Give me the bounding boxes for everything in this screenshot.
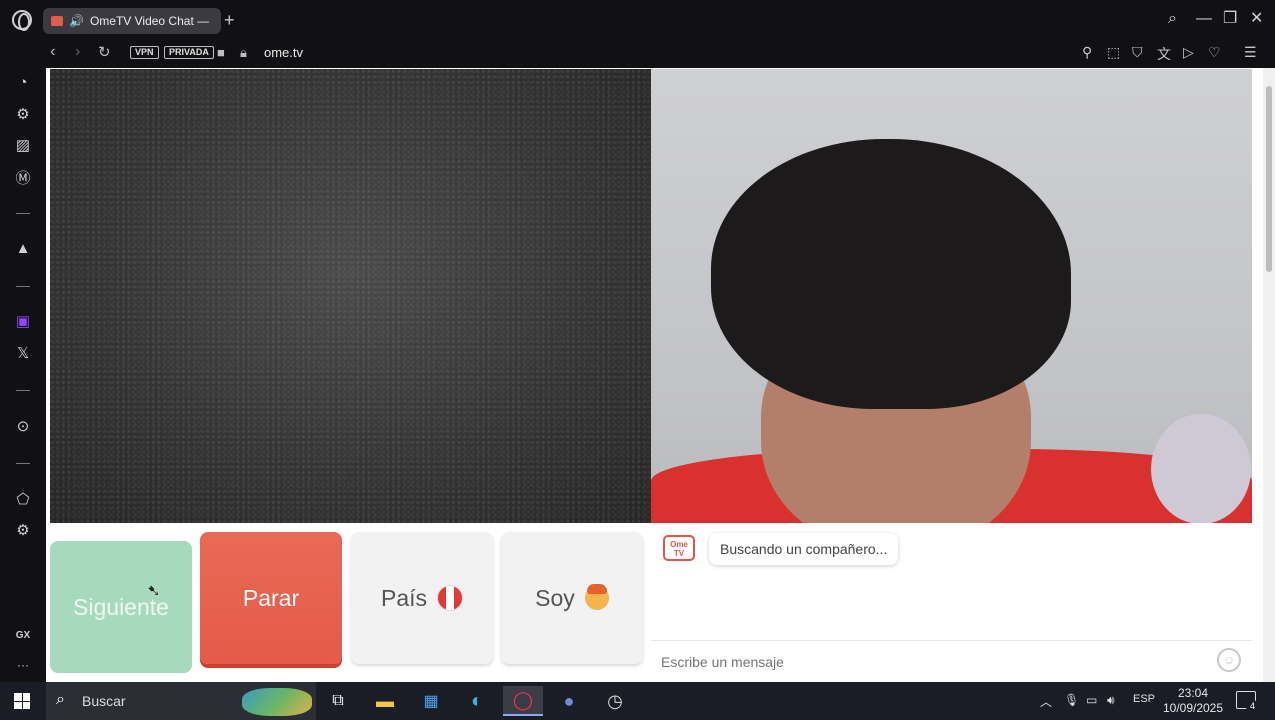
- heart-icon[interactable]: ♡: [1208, 44, 1221, 61]
- scrollbar-thumb[interactable]: [1266, 86, 1272, 272]
- x-twitter-icon[interactable]: 𝕏: [14, 344, 32, 362]
- vpn-badge[interactable]: VPN: [130, 46, 159, 59]
- reload-button[interactable]: ↻: [98, 43, 111, 61]
- search-icon: ⌕: [56, 691, 65, 708]
- sidebar-divider: [16, 213, 30, 214]
- discord-icon[interactable]: ●: [549, 686, 589, 716]
- close-button[interactable]: ✕: [1250, 10, 1263, 28]
- browser-tab-bar: 🔊 OmeTV Video Chat — + ⌕ — ❐ ✕: [0, 0, 1275, 40]
- gx-label[interactable]: GX: [14, 630, 32, 641]
- language-indicator[interactable]: ESP: [1133, 693, 1155, 705]
- restore-button[interactable]: ❐: [1223, 10, 1237, 28]
- gender-button-label: Soy: [535, 584, 575, 611]
- ometv-favicon-icon: [51, 16, 63, 26]
- ometv-page: Siguiente ➷ Parar País Soy Ome TV Buscan…: [46, 68, 1275, 682]
- country-button[interactable]: País: [351, 532, 493, 664]
- address-bar: ‹ › ↻ VPN PRIVADA ■ 🔒︎ ome.tv ⚲ ⬚ ⛉ 文 ▷ …: [0, 40, 1275, 68]
- settings-icon[interactable]: ⚙: [14, 521, 32, 539]
- taskbar-search-label: Buscar: [82, 693, 126, 709]
- microsoft-store-icon[interactable]: ▦: [411, 686, 451, 716]
- video-hair: [711, 139, 1071, 409]
- play-icon[interactable]: ▷: [1183, 44, 1194, 61]
- video-plush-toy: [1151, 414, 1251, 523]
- tray-overflow-icon[interactable]: ︿: [1040, 693, 1052, 710]
- pin-icon[interactable]: ⚲: [1082, 44, 1092, 61]
- easy-setup-icon[interactable]: ☰: [1244, 44, 1257, 61]
- gx-mods-icon[interactable]: Ⓜ: [14, 167, 32, 188]
- self-camera-video: [651, 69, 1252, 523]
- clock-time: 23:04: [1177, 686, 1209, 700]
- minimize-button[interactable]: —: [1196, 10, 1212, 28]
- emoji-icon[interactable]: ☺: [1217, 648, 1241, 672]
- page-scrollbar[interactable]: [1263, 68, 1275, 682]
- chat-status-message: Buscando un compañero...: [709, 533, 899, 565]
- taskbar-search[interactable]: ⌕ Buscar: [46, 682, 316, 720]
- player-icon[interactable]: ⊙: [14, 417, 32, 435]
- network-icon[interactable]: ▭: [1086, 693, 1097, 707]
- tab-title: OmeTV Video Chat —: [89, 14, 210, 28]
- sidebar-divider: [16, 463, 30, 464]
- screen: 🔊 OmeTV Video Chat — + ⌕ — ❐ ✕ ‹ › ↻ VPN…: [0, 0, 1275, 720]
- message-row: ☺: [651, 640, 1252, 682]
- task-view-icon[interactable]: ⧉: [318, 686, 358, 716]
- clock-date: 10/09/2025: [1162, 701, 1224, 715]
- mouse-cursor-icon: ➷: [147, 583, 161, 600]
- private-badge: PRIVADA: [164, 46, 214, 59]
- partner-video-placeholder: [50, 69, 651, 523]
- translate-icon[interactable]: 文: [1157, 44, 1171, 64]
- browser-sidebar: ◔ ⚙ ▨ Ⓜ ▲ ▣ 𝕏 ⊙ ⬠ ⚙ GX ···: [0, 68, 46, 682]
- stop-button-label: Parar: [242, 584, 300, 611]
- limiter-icon[interactable]: ▨: [14, 136, 32, 154]
- file-explorer-icon[interactable]: ▬: [365, 686, 405, 716]
- boy-avatar-icon: [584, 584, 609, 610]
- notification-count-badge: 4: [1246, 700, 1259, 713]
- tab-ometv[interactable]: 🔊 OmeTV Video Chat —: [43, 8, 221, 34]
- microphone-icon[interactable]: 🎙︎: [1064, 693, 1079, 707]
- next-button[interactable]: Siguiente: [50, 541, 192, 673]
- windows-taskbar: ⌕ Buscar ⧉ ▬ ▦ ◐ ◯ ● ◷ ︿ 🎙︎ ▭ 🔊︎ ESP 23:…: [0, 682, 1275, 720]
- search-highlight-art: [242, 688, 312, 716]
- volume-icon[interactable]: 🔊︎: [1107, 693, 1115, 708]
- sidebar-divider: [16, 390, 30, 391]
- message-input[interactable]: [661, 651, 1201, 673]
- chat-panel: Ome TV Buscando un compañero... ☺: [651, 523, 1252, 682]
- more-icon[interactable]: ···: [14, 658, 32, 672]
- snapshot-icon[interactable]: ⬚: [1107, 44, 1120, 61]
- controls-panel: Siguiente ➷ Parar País Soy: [46, 523, 651, 682]
- extensions-icon[interactable]: ⬠: [14, 490, 32, 508]
- speed-dial-icon[interactable]: ◔: [14, 74, 32, 91]
- camera-icon[interactable]: ■: [217, 45, 225, 60]
- lock-icon[interactable]: 🔒︎: [240, 45, 247, 61]
- stop-button[interactable]: Parar: [200, 532, 342, 664]
- ometv-logo-icon: Ome TV: [663, 535, 695, 561]
- game-icon[interactable]: ⚙: [14, 105, 32, 123]
- peru-flag-icon: [437, 585, 464, 611]
- back-button[interactable]: ‹: [50, 43, 55, 61]
- system-clock[interactable]: 23:04 10/09/2025: [1160, 686, 1226, 716]
- sidebar-divider: [16, 286, 30, 287]
- country-button-label: País: [380, 584, 428, 611]
- new-tab-button[interactable]: +: [224, 11, 235, 29]
- windows-start-icon[interactable]: [14, 693, 30, 709]
- edge-icon[interactable]: ◐: [457, 686, 497, 716]
- search-tabs-icon[interactable]: ⌕: [1168, 10, 1177, 28]
- aria-icon[interactable]: ▲: [14, 240, 32, 257]
- shield-icon[interactable]: ⛉: [1132, 44, 1143, 61]
- twitch-icon[interactable]: ▣: [14, 312, 32, 330]
- speaker-icon[interactable]: 🔊: [69, 14, 84, 28]
- forward-button[interactable]: ›: [75, 43, 80, 61]
- opera-gx-logo-icon[interactable]: [12, 10, 32, 31]
- opera-gx-taskbar-icon[interactable]: ◯: [503, 686, 543, 716]
- url-field[interactable]: ome.tv: [264, 45, 303, 60]
- gender-button[interactable]: Soy: [501, 532, 643, 664]
- recording-app-icon[interactable]: ◷: [595, 686, 635, 716]
